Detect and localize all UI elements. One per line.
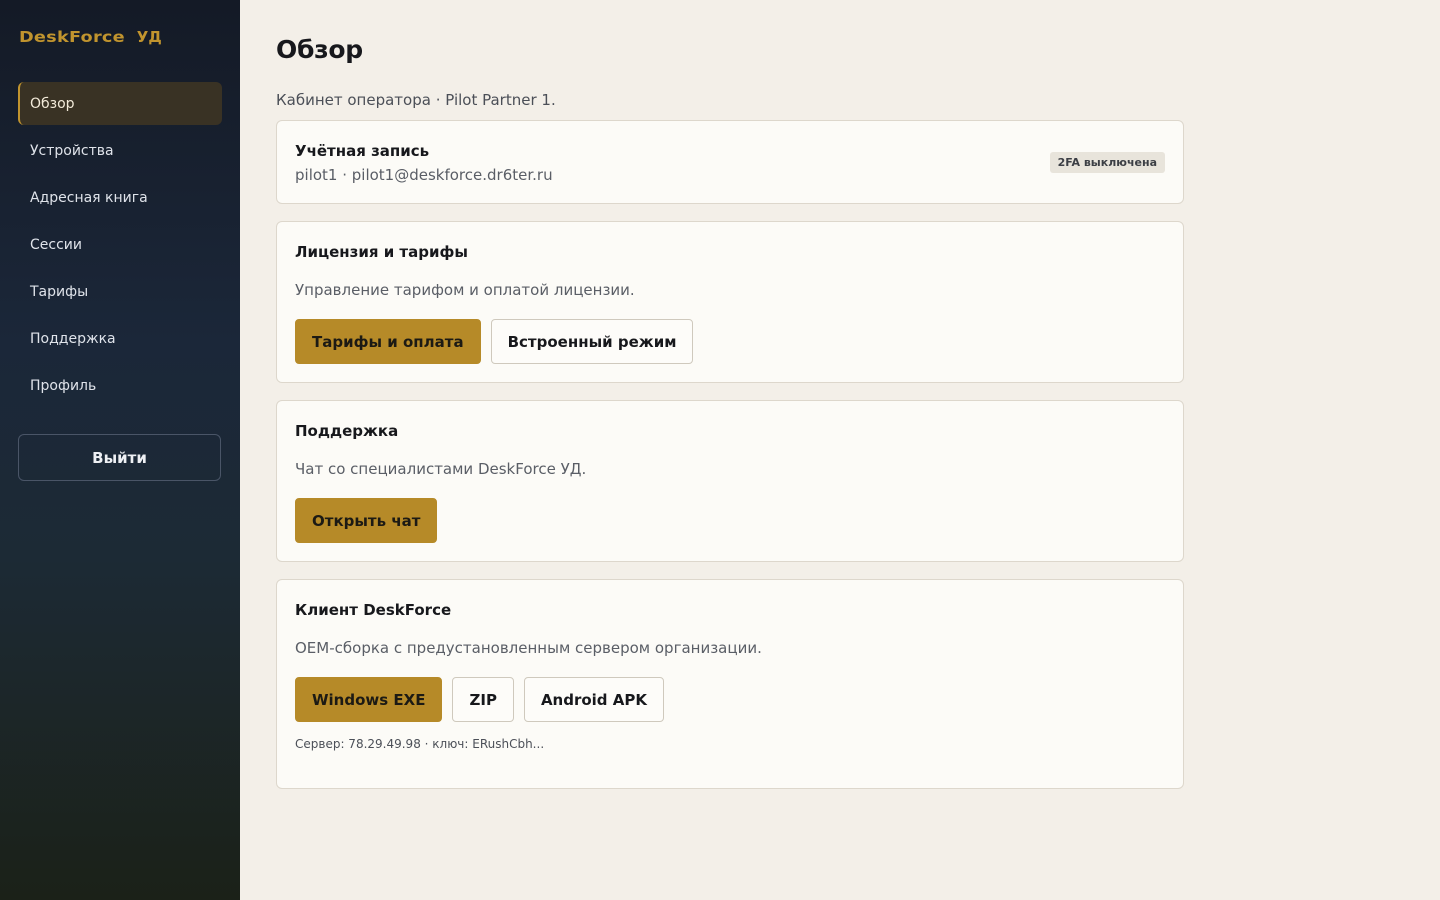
license-card-title: Лицензия и тарифы — [295, 243, 468, 261]
client-card: Клиент DeskForce OEM-сборка с предустано… — [276, 579, 1184, 789]
sidebar-nav: Обзор Устройства Адресная книга Сессии Т… — [18, 82, 222, 407]
support-card-title: Поддержка — [295, 422, 399, 440]
twofa-status-badge: 2FA выключена — [1049, 152, 1165, 173]
open-chat-button[interactable]: Открыть чат — [295, 498, 438, 543]
license-card: Лицензия и тарифы Управление тарифом и о… — [276, 221, 1184, 383]
sidebar: DeskForce УД Обзор Устройства Адресная к… — [0, 0, 240, 900]
download-windows-exe-button[interactable]: Windows EXE — [295, 677, 443, 722]
license-card-text: Управление тарифом и оплатой лицензии. — [295, 281, 635, 299]
server-key-info: Сервер: 78.29.49.98 · ключ: ERushCbh... — [295, 737, 545, 751]
client-card-title: Клиент DeskForce — [295, 601, 452, 619]
account-card: Учётная запись pilot1 · pilot1@deskforce… — [276, 120, 1184, 204]
brand-name: DeskForce — [19, 28, 125, 46]
brand-suffix: УД — [136, 28, 162, 46]
sidebar-item-overview[interactable]: Обзор — [18, 82, 222, 125]
page-subtitle: Кабинет оператора · Pilot Partner 1. — [276, 91, 556, 109]
sidebar-item-sessions[interactable]: Сессии — [18, 223, 222, 266]
sidebar-item-label: Тарифы — [30, 283, 89, 300]
sidebar-item-label: Устройства — [30, 142, 114, 159]
sidebar-item-address-book[interactable]: Адресная книга — [18, 176, 222, 219]
support-card-text: Чат со специалистами DeskForce УД. — [295, 460, 587, 478]
client-card-text: OEM-сборка с предустановленным сервером … — [295, 639, 762, 657]
license-actions: Тарифы и оплата Встроенный режим — [295, 319, 1165, 364]
support-card: Поддержка Чат со специалистами DeskForce… — [276, 400, 1184, 562]
sidebar-item-label: Сессии — [30, 236, 82, 253]
cards-container: Учётная запись pilot1 · pilot1@deskforce… — [276, 120, 1440, 789]
app-root: DeskForce УД Обзор Устройства Адресная к… — [0, 0, 1440, 900]
sidebar-item-profile[interactable]: Профиль — [18, 364, 222, 407]
download-zip-button[interactable]: ZIP — [452, 677, 514, 722]
page-title: Обзор — [276, 35, 363, 64]
sidebar-item-label: Адресная книга — [30, 189, 148, 206]
account-card-title: Учётная запись — [295, 142, 430, 160]
sidebar-item-devices[interactable]: Устройства — [18, 129, 222, 172]
download-android-apk-button[interactable]: Android APK — [523, 677, 664, 722]
main-content: Обзор Кабинет оператора · Pilot Partner … — [240, 0, 1440, 900]
account-details: pilot1 · pilot1@deskforce.dr6ter.ru — [295, 166, 553, 184]
sidebar-item-tariffs[interactable]: Тарифы — [18, 270, 222, 313]
sidebar-item-label: Профиль — [30, 377, 97, 394]
brand-logo: DeskForce УД — [19, 28, 222, 52]
client-downloads: Windows EXE ZIP Android APK — [295, 677, 1165, 722]
sidebar-item-label: Поддержка — [30, 330, 116, 347]
sidebar-item-support[interactable]: Поддержка — [18, 317, 222, 360]
tariffs-payment-button[interactable]: Тарифы и оплата — [295, 319, 481, 364]
support-actions: Открыть чат — [295, 498, 1165, 543]
embedded-mode-button[interactable]: Встроенный режим — [490, 319, 694, 364]
sidebar-item-label: Обзор — [30, 95, 75, 112]
logout-button[interactable]: Выйти — [18, 434, 221, 481]
